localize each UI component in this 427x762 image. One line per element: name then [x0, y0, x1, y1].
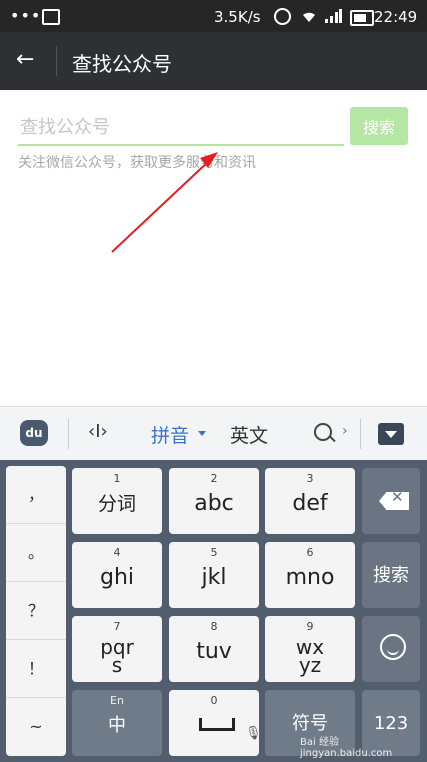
chevron-down-icon	[198, 431, 206, 436]
cursor-move-icon[interactable]: ‹I›	[88, 421, 108, 442]
status-bar: ••• 3.5K/s 22:49	[0, 0, 427, 32]
toolbar-divider	[68, 419, 69, 449]
key-number: 4	[113, 546, 121, 559]
key-label: abc	[194, 491, 234, 516]
key-7[interactable]: 7 pqrs	[72, 616, 162, 682]
key-9[interactable]: 9 wxyz	[265, 616, 355, 682]
baidu-jingyan-watermark: Bai 经验 jingyan.baidu.com	[300, 737, 393, 759]
punct-key[interactable]: ~	[6, 698, 66, 755]
more-arrow-icon[interactable]: ›	[342, 423, 348, 439]
smiley-icon	[380, 634, 406, 660]
wifi-icon	[303, 12, 315, 22]
key-label: 搜索	[373, 565, 409, 586]
key-4[interactable]: 4 ghi	[72, 542, 162, 608]
ime-toolbar: du ‹I› 拼音 英文 ›	[0, 406, 427, 461]
key-label: ghi	[99, 565, 135, 590]
key-1[interactable]: 1 分词	[72, 468, 162, 534]
close-icon: ✕	[391, 488, 404, 506]
toolbar-divider	[360, 419, 361, 449]
space-key[interactable]: 0 🎙	[169, 690, 262, 756]
key-number: 5	[210, 546, 218, 559]
image-notification-icon	[42, 9, 60, 25]
app-bar: ← 查找公众号	[0, 32, 427, 90]
key-number: 9	[306, 620, 314, 633]
key-3[interactable]: 3 def	[265, 468, 355, 534]
page-title: 查找公众号	[72, 52, 172, 76]
punct-key[interactable]: ？	[6, 582, 66, 640]
alarm-icon	[274, 8, 291, 25]
punct-key[interactable]: ，	[6, 466, 66, 524]
key-label: jkl	[201, 565, 227, 590]
key-8[interactable]: 8 tuv	[169, 616, 259, 682]
key-label: 中	[108, 715, 126, 736]
search-key[interactable]: 搜索	[362, 542, 420, 608]
key-label: tuv	[196, 639, 232, 664]
key-label: pqrs	[100, 635, 134, 677]
notification-dots-icon: •••	[10, 6, 42, 25]
baidu-ime-logo-icon[interactable]: du	[20, 420, 48, 446]
language-switch-key[interactable]: En 中	[72, 690, 162, 756]
punctuation-column: ， 。 ？ ！ ~	[6, 466, 66, 756]
app-bar-divider	[56, 46, 57, 76]
key-number: 0	[210, 694, 218, 707]
battery-icon	[350, 10, 374, 26]
key-label: def	[292, 491, 328, 516]
search-area: 搜索 关注微信公众号，获取更多服务和资讯	[0, 90, 427, 406]
search-button[interactable]: 搜索	[350, 107, 408, 145]
punct-key[interactable]: ！	[6, 640, 66, 698]
punct-key[interactable]: 。	[6, 524, 66, 582]
search-icon[interactable]	[314, 423, 332, 441]
key-number: 2	[210, 472, 218, 485]
key-2[interactable]: 2 abc	[169, 468, 259, 534]
key-6[interactable]: 6 mno	[265, 542, 355, 608]
key-5[interactable]: 5 jkl	[169, 542, 259, 608]
search-input[interactable]	[18, 110, 344, 146]
key-number: 8	[210, 620, 218, 633]
english-mode[interactable]: 英文	[230, 421, 268, 448]
key-secondary-label: En	[110, 694, 124, 707]
key-number: 1	[113, 472, 121, 485]
space-icon	[199, 718, 235, 731]
back-arrow-icon[interactable]: ←	[16, 46, 34, 74]
signal-icon	[325, 9, 342, 23]
keyboard: ， 。 ？ ！ ~ 1 分词 2 abc 3 def ✕ 4 ghi 5 jkl…	[0, 460, 427, 762]
microphone-icon: 🎙	[245, 726, 262, 741]
collapse-keyboard-icon[interactable]	[378, 423, 404, 445]
key-label: wxyz	[295, 635, 325, 677]
key-label: mno	[285, 565, 335, 590]
search-hint: 关注微信公众号，获取更多服务和资讯	[18, 155, 256, 171]
key-number: 7	[113, 620, 121, 633]
key-number: 6	[306, 546, 314, 559]
key-number: 3	[306, 472, 314, 485]
key-label: 分词	[97, 493, 136, 515]
emoji-key[interactable]	[362, 616, 420, 682]
pinyin-mode[interactable]: 拼音	[151, 421, 189, 448]
network-speed: 3.5K/s	[214, 8, 261, 26]
backspace-key[interactable]: ✕	[362, 468, 420, 534]
clock: 22:49	[374, 8, 418, 26]
